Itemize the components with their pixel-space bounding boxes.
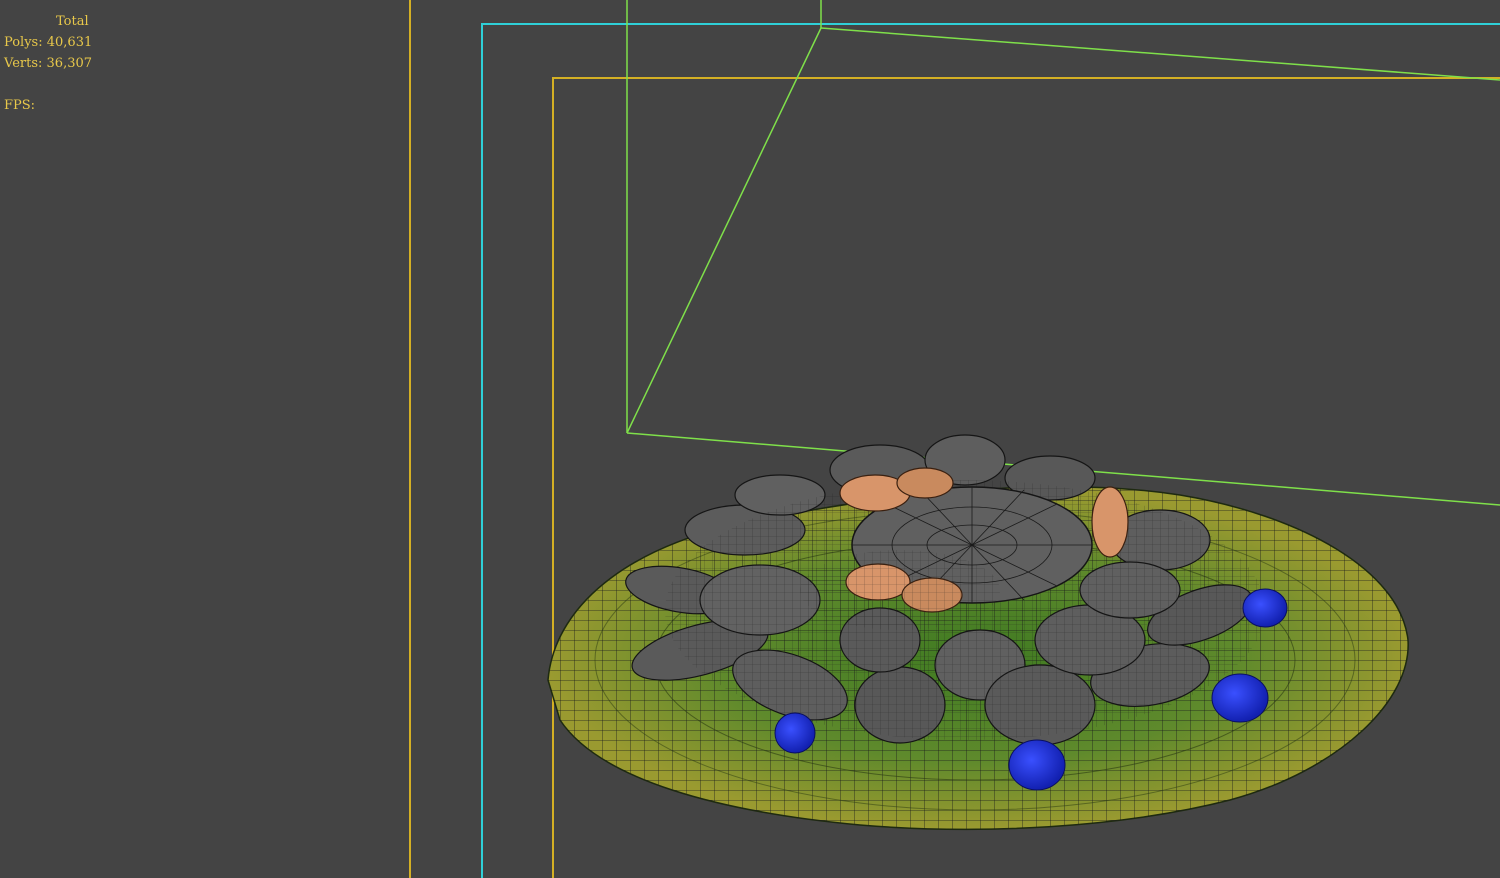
berry-right-lower	[1211, 673, 1269, 723]
stats-polys-row: Polys: 40,631	[4, 32, 92, 53]
berry-front	[1008, 739, 1066, 791]
stats-verts-row: Verts: 36,307	[4, 53, 92, 74]
viewport-scene	[409, 0, 1500, 878]
stats-spacer	[4, 74, 92, 95]
berry-left	[774, 712, 816, 754]
viewport-statistics: Total Polys: 40,631 Verts: 36,307 FPS:	[4, 11, 92, 116]
stats-verts-value: 36,307	[46, 56, 93, 71]
camera-frustum	[626, 0, 1500, 506]
stats-verts-label: Verts:	[4, 56, 43, 71]
stats-fps-label: FPS:	[4, 98, 36, 113]
perspective-viewport[interactable]: Total Polys: 40,631 Verts: 36,307 FPS:	[0, 0, 1500, 878]
stats-polys-value: 40,631	[46, 35, 93, 50]
berry-right-upper	[1242, 588, 1288, 628]
stats-polys-label: Polys:	[4, 35, 43, 50]
stats-total-label: Total	[56, 14, 89, 29]
